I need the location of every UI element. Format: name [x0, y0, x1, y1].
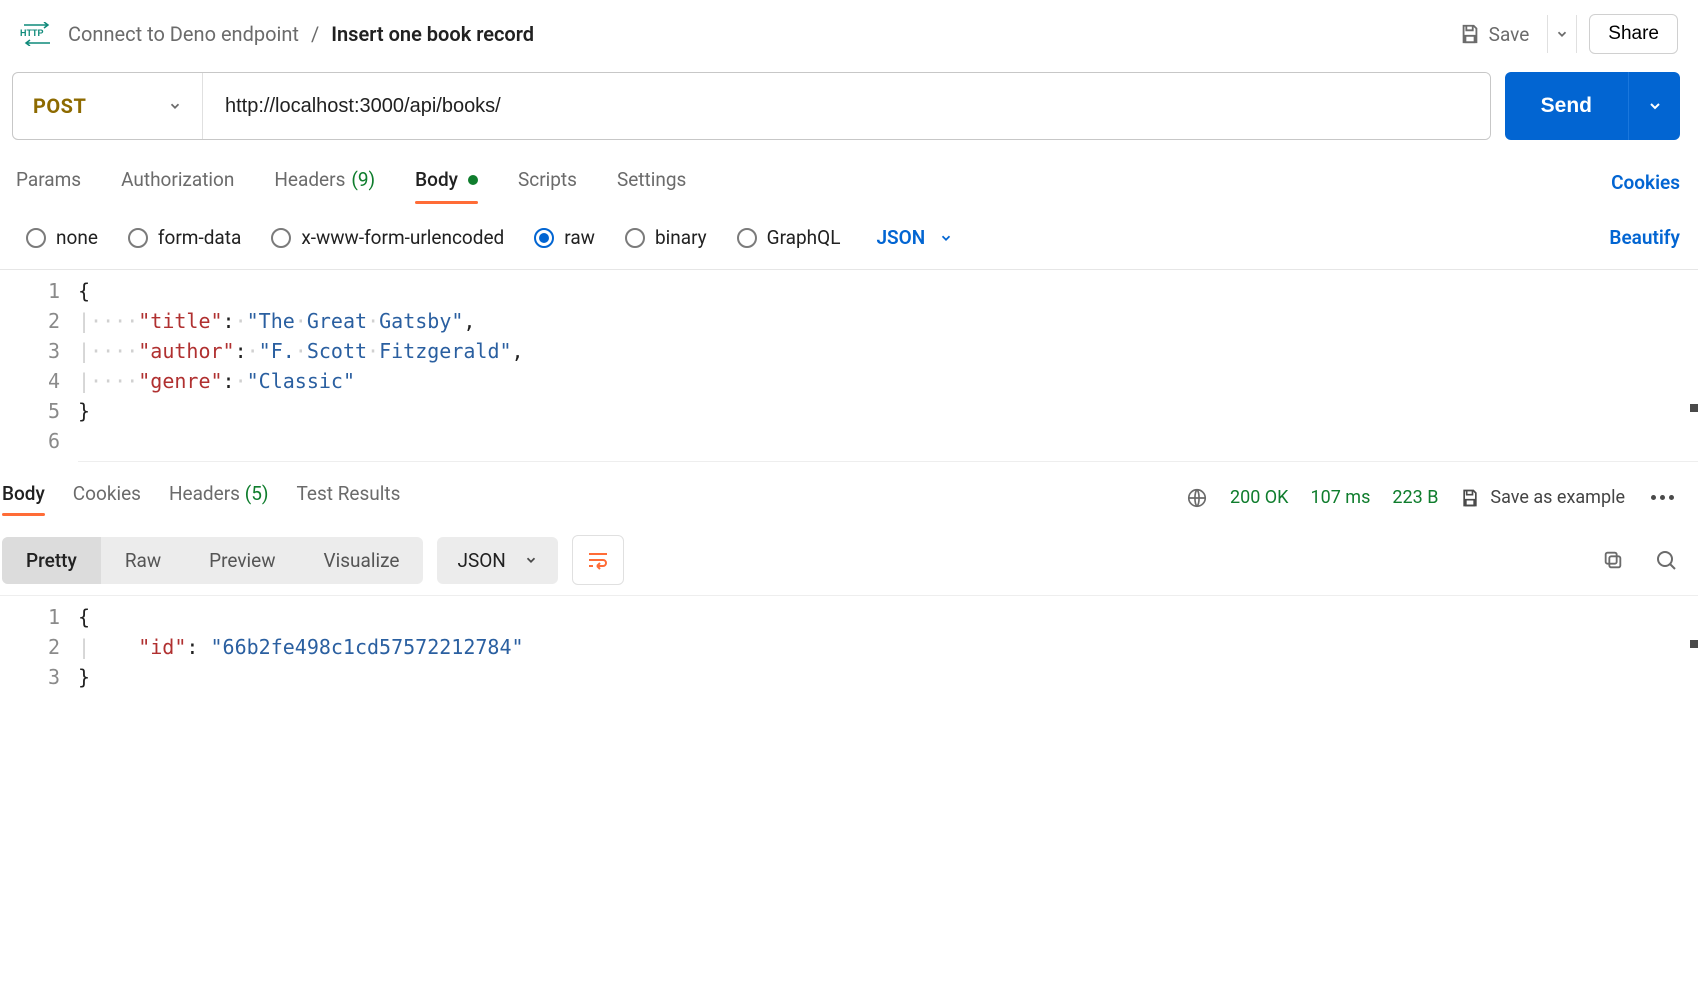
scroll-marker-icon — [1690, 640, 1698, 648]
response-tab-body[interactable]: Body — [2, 480, 45, 515]
copy-icon[interactable] — [1602, 549, 1624, 571]
svg-text:HTTP: HTTP — [20, 28, 44, 38]
body-type-none[interactable]: none — [26, 226, 98, 249]
body-type-graphql-label: GraphQL — [767, 226, 841, 249]
tab-scripts[interactable]: Scripts — [518, 162, 577, 203]
radio-icon — [625, 228, 645, 248]
tab-body[interactable]: Body — [415, 162, 478, 203]
wrap-icon — [586, 550, 610, 570]
save-icon — [1459, 23, 1481, 45]
tab-params[interactable]: Params — [16, 162, 81, 203]
line-gutter: 1 2 3 — [0, 596, 78, 698]
radio-icon — [128, 228, 148, 248]
body-type-none-label: none — [56, 226, 98, 249]
search-icon[interactable] — [1654, 548, 1678, 572]
url-input[interactable] — [203, 73, 1490, 139]
save-as-example-button[interactable]: Save as example — [1460, 487, 1625, 508]
cookies-link[interactable]: Cookies — [1611, 171, 1680, 194]
view-mode-raw[interactable]: Raw — [101, 537, 185, 584]
response-tab-test-results[interactable]: Test Results — [296, 480, 400, 515]
response-headers-count-badge: (5) — [245, 482, 269, 505]
header-actions: Save Share — [1453, 14, 1678, 54]
response-view-toolbar: Pretty Raw Preview Visualize JSON — [0, 521, 1698, 595]
url-box: POST — [12, 72, 1491, 140]
send-button[interactable]: Send — [1505, 72, 1628, 140]
response-size: 223 B — [1392, 487, 1438, 508]
request-body-editor[interactable]: 1 2 3 4 5 6 {|····"title":·"The·Great·Ga… — [0, 269, 1698, 461]
save-icon — [1460, 488, 1480, 508]
response-status: 200 OK — [1230, 487, 1289, 508]
body-type-raw[interactable]: raw — [534, 226, 595, 249]
content-type-label: JSON — [876, 226, 925, 249]
view-mode-preview[interactable]: Preview — [185, 537, 299, 584]
body-type-binary-label: binary — [655, 226, 707, 249]
breadcrumb-request-name[interactable]: Insert one book record — [331, 22, 534, 46]
beautify-button[interactable]: Beautify — [1609, 226, 1680, 249]
more-options-icon[interactable] — [1647, 491, 1678, 504]
save-button[interactable]: Save — [1453, 17, 1536, 52]
radio-icon — [26, 228, 46, 248]
response-tab-headers-label: Headers — [169, 482, 240, 505]
save-as-example-label: Save as example — [1490, 487, 1625, 508]
chevron-down-icon — [168, 99, 182, 113]
share-button[interactable]: Share — [1589, 14, 1678, 54]
radio-icon — [534, 228, 554, 248]
radio-icon — [271, 228, 291, 248]
body-type-graphql[interactable]: GraphQL — [737, 226, 841, 249]
body-type-row: none form-data x-www-form-urlencoded raw… — [0, 204, 1698, 269]
response-time: 107 ms — [1310, 487, 1370, 508]
request-tabs-row: Params Authorization Headers (9) Body Sc… — [0, 158, 1698, 204]
view-mode-visualize[interactable]: Visualize — [300, 537, 424, 584]
body-modified-dot-icon — [468, 175, 478, 185]
tab-authorization[interactable]: Authorization — [121, 162, 234, 203]
wrap-lines-button[interactable] — [572, 535, 624, 585]
breadcrumb-collection[interactable]: Connect to Deno endpoint — [68, 22, 299, 46]
body-type-form-data-label: form-data — [158, 226, 241, 249]
tab-body-label: Body — [415, 168, 458, 191]
response-format-select[interactable]: JSON — [437, 537, 557, 584]
scroll-marker-icon — [1690, 404, 1698, 412]
content-type-select[interactable]: JSON — [876, 226, 953, 249]
tab-settings[interactable]: Settings — [617, 162, 686, 203]
body-type-form-data[interactable]: form-data — [128, 226, 241, 249]
headers-count-badge: (9) — [351, 168, 375, 191]
body-type-raw-label: raw — [564, 226, 595, 249]
send-dropdown-button[interactable] — [1628, 72, 1680, 140]
breadcrumb: Connect to Deno endpoint / Insert one bo… — [68, 22, 1439, 46]
code-area[interactable]: {| "id": "66b2fe498c1cd57572212784"} — [78, 596, 1698, 698]
tab-headers-label: Headers — [274, 168, 345, 191]
body-type-binary[interactable]: binary — [625, 226, 707, 249]
line-gutter: 1 2 3 4 5 6 — [0, 270, 78, 462]
send-button-group: Send — [1505, 72, 1680, 140]
view-mode-segment: Pretty Raw Preview Visualize — [2, 537, 423, 584]
code-area[interactable]: {|····"title":·"The·Great·Gatsby",|····"… — [78, 270, 1698, 462]
header-bar: HTTP Connect to Deno endpoint / Insert o… — [0, 0, 1698, 72]
breadcrumb-separator: / — [311, 22, 319, 46]
radio-icon — [737, 228, 757, 248]
globe-icon[interactable] — [1186, 487, 1208, 509]
body-type-urlencoded-label: x-www-form-urlencoded — [301, 226, 504, 249]
method-select[interactable]: POST — [13, 73, 203, 139]
response-tab-cookies[interactable]: Cookies — [73, 480, 141, 515]
chevron-down-icon — [939, 231, 953, 245]
response-tab-headers[interactable]: Headers (5) — [169, 480, 269, 515]
response-format-label: JSON — [457, 549, 505, 572]
chevron-down-icon — [524, 553, 538, 567]
response-body-editor[interactable]: 1 2 3 {| "id": "66b2fe498c1cd57572212784… — [0, 595, 1698, 855]
body-type-urlencoded[interactable]: x-www-form-urlencoded — [271, 226, 504, 249]
request-url-row: POST Send — [0, 72, 1698, 158]
view-mode-pretty[interactable]: Pretty — [2, 537, 101, 584]
tab-headers[interactable]: Headers (9) — [274, 162, 375, 203]
save-label: Save — [1489, 23, 1530, 46]
response-tabs-row: Body Cookies Headers (5) Test Results 20… — [0, 461, 1698, 521]
http-protocol-icon: HTTP — [20, 19, 54, 49]
save-dropdown-button[interactable] — [1547, 15, 1577, 53]
method-label: POST — [33, 94, 86, 118]
